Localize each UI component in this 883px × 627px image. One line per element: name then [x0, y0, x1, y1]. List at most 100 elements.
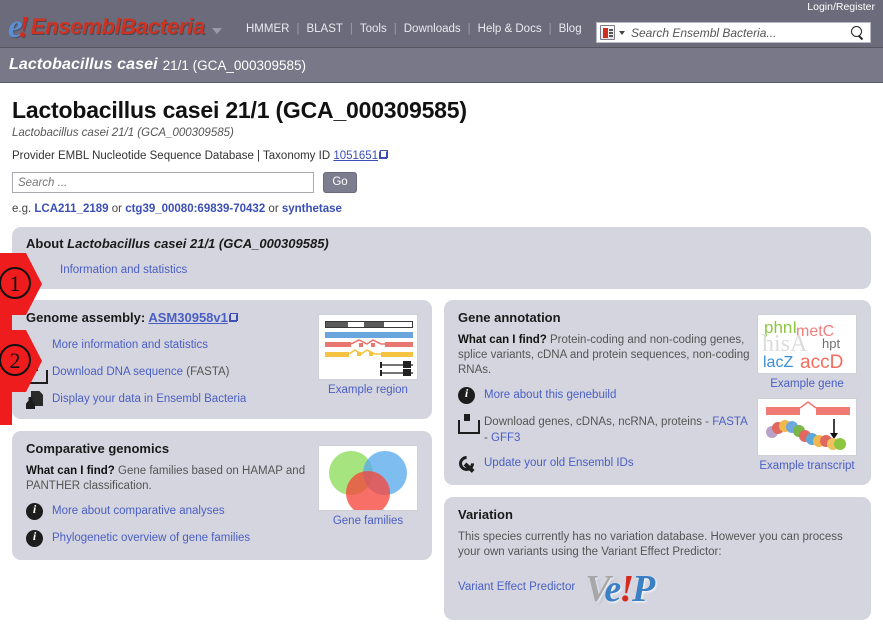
- venn-circle-red: [346, 471, 390, 510]
- gene-link-download[interactable]: Download genes, cDNAs, ncRNA, proteins -…: [458, 414, 751, 446]
- download-genes-text: Download genes, cDNAs, ncRNA, proteins -: [484, 416, 713, 428]
- comparative-genomics-panel: Comparative genomics What can I find? Ge…: [12, 431, 432, 560]
- search-scope-icon[interactable]: [600, 25, 615, 40]
- vep-logo-exclamation-icon: !: [619, 568, 634, 610]
- marker-number: 1: [0, 267, 31, 299]
- about-panel-heading: About Lactobacillus casei 21/1 (GCA_0003…: [26, 236, 857, 251]
- download-dna-sequence-link[interactable]: Download DNA sequence: [52, 366, 183, 378]
- update-old-ensembl-ids-link[interactable]: Update your old Ensembl IDs: [484, 457, 634, 469]
- gene-what-can-i-find: What can I find? Protein-coding and non-…: [458, 333, 751, 378]
- gene-families-thumbnail[interactable]: Gene families: [318, 441, 418, 548]
- vep-logo[interactable]: Ve!P: [585, 568, 655, 610]
- more-about-comparative-analyses-link[interactable]: More about comparative analyses: [52, 505, 225, 517]
- search-examples: e.g. LCA211_2189 or ctg39_00080:69839-70…: [12, 203, 871, 215]
- assembly-name-link[interactable]: ASM30958v1: [148, 310, 228, 325]
- display-your-data-link[interactable]: Display your data in Ensembl Bacteria: [52, 393, 246, 405]
- about-heading-species: Lactobacillus casei 21/1 (GCA_000309585): [67, 236, 329, 251]
- site-search-row: Go: [12, 172, 871, 193]
- page-subtitle: Lactobacillus casei 21/1 (GCA_000309585): [12, 127, 234, 139]
- gene-annotation-panel: Gene annotation What can I find? Protein…: [444, 300, 871, 485]
- example-transcript-image[interactable]: [757, 398, 857, 456]
- global-search-input[interactable]: Search Ensembl Bacteria...: [631, 26, 849, 40]
- word-accD: accD: [800, 352, 844, 373]
- panel-columns: Genome assembly: ASM30958v1 More informa…: [12, 300, 871, 620]
- main-content: Lactobacillus casei 21/1 (GCA_000309585)…: [0, 83, 883, 215]
- comparative-link-phylogenetic[interactable]: Phylogenetic overview of gene families: [26, 529, 312, 548]
- word-hpt: hpt: [822, 336, 841, 351]
- ensembl-bacteria-logo[interactable]: e ! Ensembl Bacteria: [8, 9, 222, 44]
- global-search-box[interactable]: Search Ensembl Bacteria...: [596, 22, 871, 43]
- example-gene-thumbnail[interactable]: phnI metC hisA hpt lacZ accD Example gen…: [757, 314, 857, 390]
- variation-description: This species currently has no variation …: [458, 531, 843, 558]
- search-input[interactable]: [12, 172, 314, 193]
- gene-families-caption[interactable]: Gene families: [318, 515, 418, 527]
- phylogenetic-overview-link[interactable]: Phylogenetic overview of gene families: [52, 532, 250, 544]
- assembly-heading-prefix: Genome assembly:: [26, 310, 149, 325]
- about-panel: About Lactobacillus casei 21/1 (GCA_0003…: [12, 227, 871, 289]
- site-masthead: Login/Register e ! Ensembl Bacteria HMME…: [0, 0, 883, 48]
- nav-item-hmmer[interactable]: HMMER: [239, 23, 296, 35]
- search-icon[interactable]: [849, 25, 865, 41]
- information-and-statistics-link[interactable]: Information and statistics: [60, 264, 187, 276]
- gene-link-update-ids[interactable]: Update your old Ensembl IDs: [458, 455, 751, 473]
- example-region-caption[interactable]: Example region: [318, 384, 418, 396]
- download-fasta-link[interactable]: FASTA: [712, 416, 747, 428]
- species-name: Lactobacillus casei: [9, 56, 158, 73]
- example-gene-caption[interactable]: Example gene: [757, 378, 857, 390]
- logo-bacteria-text: Bacteria: [120, 14, 205, 39]
- about-link-row: Information and statistics: [26, 260, 857, 278]
- nav-item-blast[interactable]: BLAST: [299, 23, 349, 35]
- nav-item-help-docs[interactable]: Help & Docs: [471, 23, 549, 35]
- left-column: Genome assembly: ASM30958v1 More informa…: [12, 300, 432, 620]
- about-heading-prefix: About: [26, 236, 68, 251]
- go-button[interactable]: Go: [323, 172, 357, 193]
- assembly-panel-heading: Genome assembly: ASM30958v1: [26, 310, 312, 325]
- assembly-link-display-data[interactable]: Display your data in Ensembl Bacteria: [26, 391, 312, 409]
- genome-assembly-panel: Genome assembly: ASM30958v1 More informa…: [12, 300, 432, 419]
- gene-link-genebuild[interactable]: More about this genebuild: [458, 386, 751, 405]
- example-gene-image[interactable]: phnI metC hisA hpt lacZ accD: [757, 314, 857, 374]
- gene-thumbnails: phnI metC hisA hpt lacZ accD Example gen…: [757, 310, 857, 473]
- external-link-icon: [379, 150, 389, 159]
- logo-exclamation-icon: !: [17, 9, 30, 44]
- assembly-link-more-info[interactable]: More information and statistics: [26, 337, 312, 355]
- transcript-graphic: [766, 401, 850, 450]
- taxonomy-id-link[interactable]: 1051651: [333, 150, 378, 162]
- assembly-link-download-dna[interactable]: Download DNA sequence (FASTA): [26, 364, 312, 382]
- variant-effect-predictor-link[interactable]: Variant Effect Predictor: [458, 581, 575, 593]
- word-lacZ: lacZ: [763, 354, 794, 371]
- login-register-label: Login/Register: [807, 1, 875, 13]
- variation-panel: Variation This species currently has no …: [444, 497, 871, 620]
- example-region-image[interactable]: [318, 314, 418, 380]
- nav-item-tools[interactable]: Tools: [353, 23, 394, 35]
- gene-families-venn-image[interactable]: [318, 445, 418, 511]
- comparative-link-more-about[interactable]: More about comparative analyses: [26, 502, 312, 521]
- example-region-link[interactable]: ctg39_00080:69839-70432: [125, 203, 265, 215]
- nav-item-blog[interactable]: Blog: [552, 23, 589, 35]
- vep-logo-e: e: [604, 568, 621, 610]
- chevron-down-icon[interactable]: [211, 28, 222, 34]
- login-register-link[interactable]: Login/Register: [807, 1, 875, 13]
- download-gff3-link[interactable]: GFF3: [491, 432, 520, 444]
- example-transcript-thumbnail[interactable]: Example transcript: [757, 398, 857, 472]
- primary-nav: HMMER | BLAST | Tools | Downloads | Help…: [239, 23, 589, 35]
- vep-logo-v: V: [585, 568, 606, 610]
- what-can-i-find-label: What can I find?: [458, 334, 547, 346]
- download-dna-suffix: (FASTA): [183, 366, 230, 378]
- example-region-thumbnail[interactable]: Example region: [318, 310, 418, 409]
- examples-prefix: e.g.: [12, 203, 35, 215]
- logo-ensembl-text: Ensembl: [30, 14, 121, 39]
- species-strain: 21/1 (GCA_000309585): [162, 57, 306, 73]
- examples-separator: or: [265, 203, 282, 215]
- nav-item-downloads[interactable]: Downloads: [397, 23, 468, 35]
- annotation-marker-2: 2: [0, 330, 42, 425]
- vep-row: Variant Effect Predictor Ve!P: [458, 568, 857, 610]
- examples-separator: or: [108, 203, 126, 215]
- example-keyword-link[interactable]: synthetase: [282, 203, 342, 215]
- more-about-genebuild-link[interactable]: More about this genebuild: [484, 389, 616, 401]
- chevron-down-icon[interactable]: [619, 30, 625, 35]
- page-root: Login/Register e ! Ensembl Bacteria HMME…: [0, 0, 883, 627]
- example-gene-link[interactable]: LCA211_2189: [34, 203, 108, 215]
- example-transcript-caption[interactable]: Example transcript: [757, 460, 857, 472]
- more-information-and-statistics-link[interactable]: More information and statistics: [52, 339, 208, 351]
